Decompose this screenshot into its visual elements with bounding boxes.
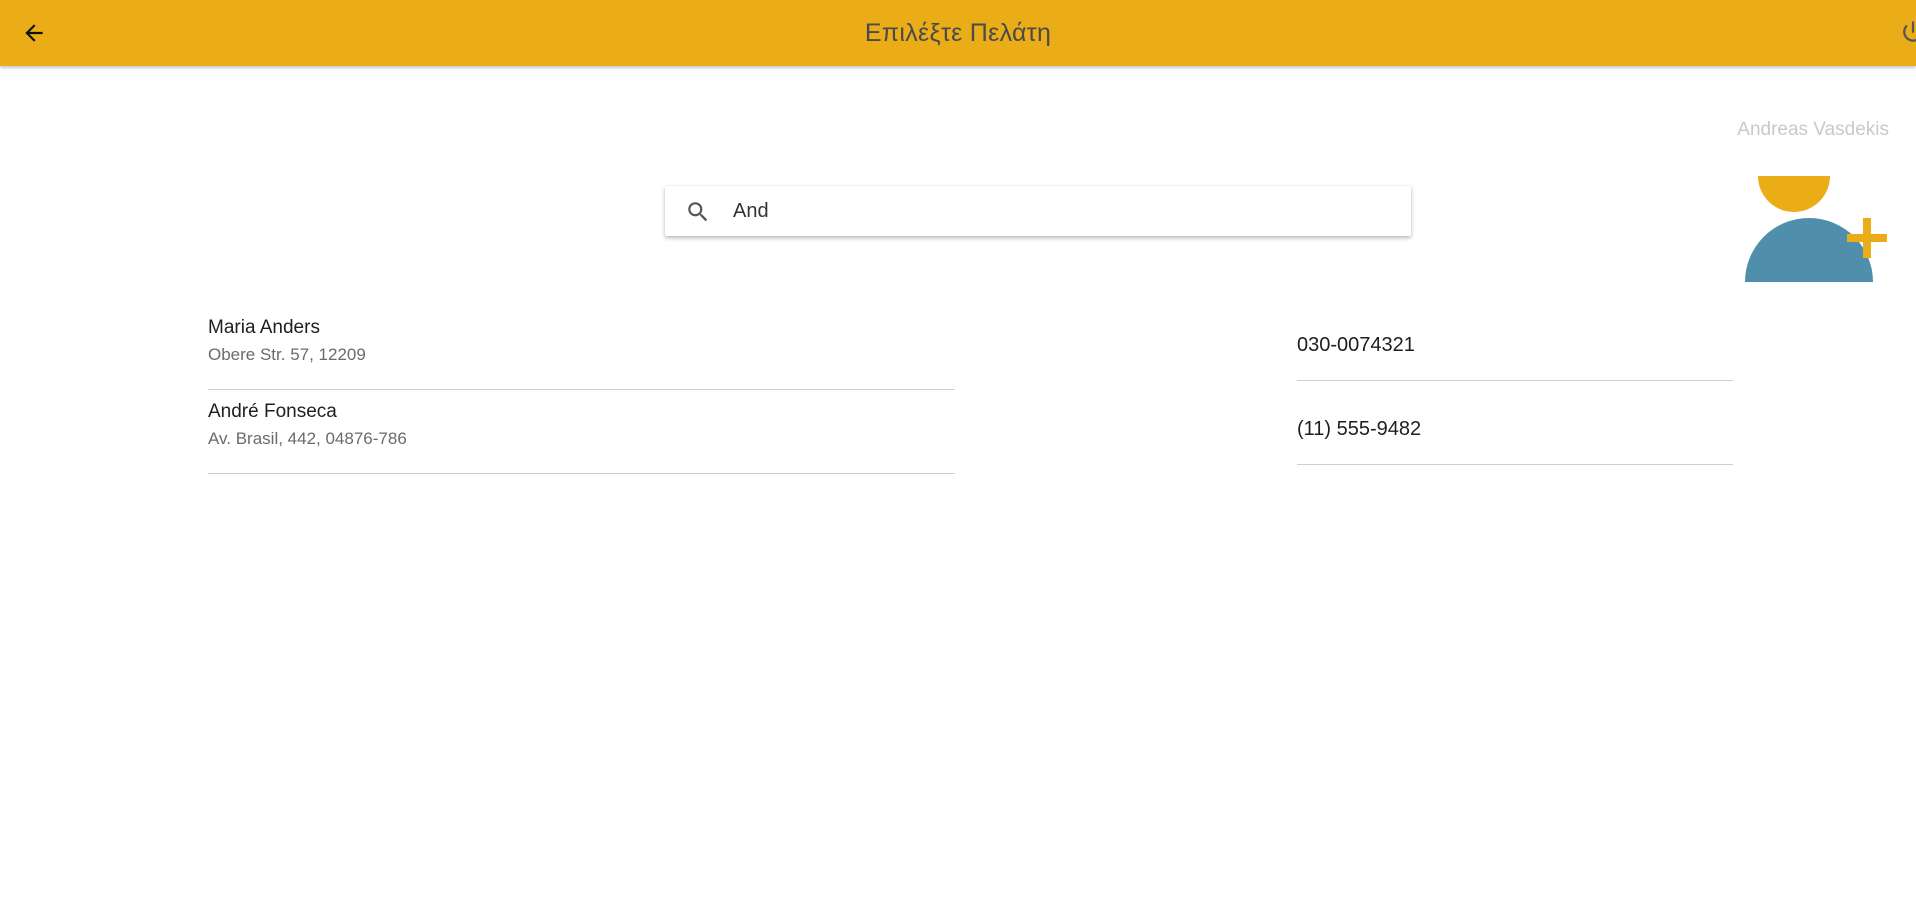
add-user-icon [1745,176,1887,282]
customer-select-page: Επιλέξτε Πελάτη Andreas Vasdekis Maria A… [0,0,1916,898]
add-user-icon-head [1758,176,1830,212]
power-button[interactable] [1898,18,1916,48]
customer-name: André Fonseca [208,401,337,422]
customer-address: Obere Str. 57, 12209 [208,345,366,364]
customer-row[interactable]: André Fonseca Av. Brasil, 442, 04876-786 [208,389,955,474]
search-icon [688,202,708,222]
add-customer-button[interactable] [1738,172,1893,286]
customer-name: Maria Anders [208,317,320,338]
customer-phone-row[interactable]: (11) 555-9482 [1297,384,1733,465]
search-input[interactable] [733,186,1393,236]
user-name: Andreas Vasdekis [1737,119,1889,140]
page-title: Επιλέξτε Πελάτη [864,19,1052,47]
search-box [665,186,1411,236]
top-toolbar: Επιλέξτε Πελάτη [0,0,1916,66]
add-user-icon-plus-horizontal [1847,234,1887,242]
customer-row[interactable]: Maria Anders Obere Str. 57, 12209 [208,305,955,390]
customer-phone: 030-0074321 [1297,334,1415,356]
add-user-icon-body [1745,218,1873,282]
customer-address: Av. Brasil, 442, 04876-786 [208,429,407,448]
customer-phone-row[interactable]: 030-0074321 [1297,300,1733,381]
customer-phone: (11) 555-9482 [1297,418,1422,440]
power-icon [1903,21,1916,42]
